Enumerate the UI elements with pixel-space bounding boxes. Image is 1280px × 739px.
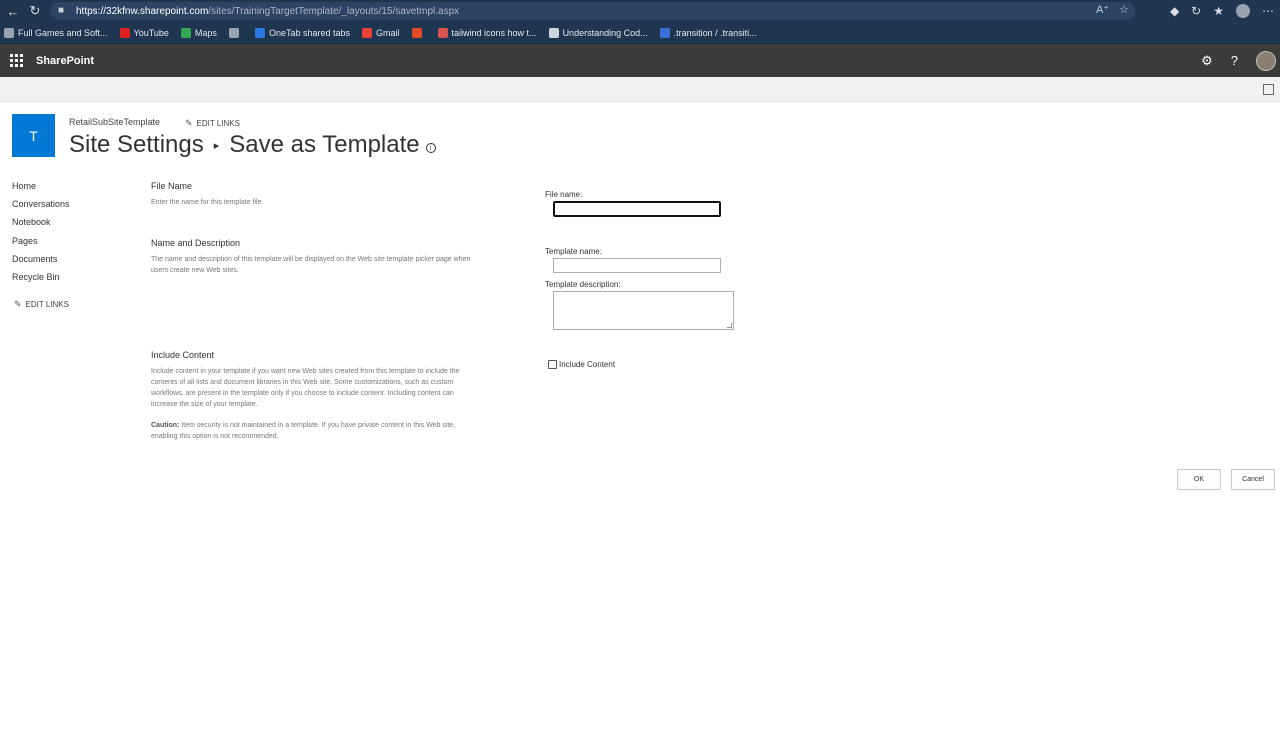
focus-mode-icon[interactable] <box>1263 84 1274 95</box>
edit-links-nav[interactable]: ✎ EDIT LINKS <box>14 299 69 310</box>
title-current-page: Save as Template <box>229 131 420 158</box>
user-avatar[interactable] <box>1256 50 1276 71</box>
ok-button[interactable]: OK <box>1177 469 1221 490</box>
breadcrumb-separator-icon: ▸ <box>213 139 220 152</box>
bookmark-item[interactable] <box>411 27 426 38</box>
favorite-star-icon[interactable]: ☆ <box>1119 3 1129 16</box>
template-name-input[interactable] <box>553 258 721 273</box>
bookmark-label: Gmail <box>376 27 400 38</box>
pencil-icon: ✎ <box>14 299 22 309</box>
info-icon[interactable]: i <box>425 143 436 153</box>
more-menu-icon[interactable]: ⋯ <box>1262 4 1274 18</box>
nav-item-conversations[interactable]: Conversations <box>12 198 70 216</box>
url-text: https://32kfnw.sharepoint.com/sites/Trai… <box>76 5 460 17</box>
bookmark-favicon-icon <box>362 27 372 38</box>
quick-launch-nav: Home Conversations Notebook Pages Docume… <box>12 180 70 289</box>
bookmark-label: Full Games and Soft... <box>18 27 108 38</box>
name-desc-section-title: Name and Description <box>151 238 241 248</box>
favorites-icon[interactable]: ★ <box>1213 4 1224 18</box>
bookmark-favicon-icon <box>228 27 239 38</box>
include-content-option[interactable]: Include Content <box>548 360 615 369</box>
refresh-icon[interactable]: ↻ <box>26 2 44 20</box>
address-bar[interactable]: ■ https://32kfnw.sharepoint.com/sites/Tr… <box>50 2 1135 20</box>
include-content-section-title: Include Content <box>151 350 215 360</box>
bookmark-item[interactable]: YouTube <box>119 27 169 38</box>
bookmark-item[interactable]: .transition / .transiti... <box>659 27 757 38</box>
bookmark-label: Maps <box>194 27 217 38</box>
bookmark-item[interactable]: Understanding Cod... <box>548 27 648 38</box>
file-name-section-title: File Name <box>151 181 193 191</box>
bookmark-label: Understanding Cod... <box>562 27 648 38</box>
bookmark-favicon-icon <box>411 27 422 38</box>
read-aloud-icon[interactable]: A⁺ <box>1096 3 1109 16</box>
bookmark-favicon-icon <box>254 27 265 38</box>
bookmark-favicon-icon <box>4 27 14 38</box>
app-launcher-icon[interactable] <box>2 44 30 77</box>
bookmark-label: .transition / .transiti... <box>673 27 757 38</box>
help-icon[interactable]: ? <box>1231 53 1238 68</box>
template-name-label: Template name: <box>545 247 602 256</box>
site-name-link[interactable]: RetailSubSiteTemplate <box>69 117 160 127</box>
bookmark-item[interactable]: tailwind icons how t... <box>437 27 537 38</box>
suite-brand[interactable]: SharePoint <box>36 55 94 67</box>
nav-item-documents[interactable]: Documents <box>12 253 70 271</box>
bookmark-favicon-icon <box>437 27 448 38</box>
caution-note: Caution: Item security is not maintained… <box>151 420 476 442</box>
bookmark-item[interactable] <box>228 27 243 38</box>
bookmark-item[interactable]: Full Games and Soft... <box>4 27 108 38</box>
file-name-section-desc: Enter the name for this template file. <box>151 199 264 206</box>
bookmark-item[interactable]: Maps <box>180 27 217 38</box>
refresh-extension-icon[interactable]: ↻ <box>1191 4 1201 18</box>
nav-item-pages[interactable]: Pages <box>12 235 70 253</box>
bookmark-item[interactable]: Gmail <box>362 27 400 38</box>
extension-icon[interactable]: ◆ <box>1170 4 1179 18</box>
nav-item-notebook[interactable]: Notebook <box>12 216 70 234</box>
caution-text: Item security is not maintained in a tem… <box>151 422 456 440</box>
bookmark-item[interactable]: OneTab shared tabs <box>254 27 350 38</box>
site-logo[interactable]: T <box>12 114 55 157</box>
file-name-label: File name: <box>545 190 583 199</box>
browser-toolbar: ← ↻ ■ https://32kfnw.sharepoint.com/site… <box>0 0 1280 22</box>
template-description-label: Template description: <box>545 280 621 289</box>
lock-icon: ■ <box>58 5 65 16</box>
ribbon-bar <box>0 77 1280 102</box>
bookmark-favicon-icon <box>119 27 130 38</box>
include-content-section-desc: Include content in your template if you … <box>151 368 460 408</box>
template-description-textarea[interactable] <box>553 291 734 330</box>
title-site-settings-link[interactable]: Site Settings <box>69 131 204 159</box>
edit-links-top[interactable]: ✎ EDIT LINKS <box>185 118 240 129</box>
include-content-checkbox-label[interactable]: Include Content <box>559 360 615 369</box>
nav-item-home[interactable]: Home <box>12 180 70 198</box>
bookmark-favicon-icon <box>180 27 191 38</box>
bookmark-label: OneTab shared tabs <box>268 27 350 38</box>
bookmark-favicon-icon <box>548 27 559 38</box>
file-name-input[interactable] <box>553 201 721 217</box>
bookmarks-bar: Full Games and Soft... YouTube Maps OneTab … <box>0 22 1280 44</box>
back-icon[interactable]: ← <box>4 2 22 20</box>
bookmark-favicon-icon <box>659 27 670 38</box>
suite-bar: SharePoint ⚙ ? <box>0 44 1280 77</box>
caution-label: Caution: <box>151 422 180 429</box>
settings-gear-icon[interactable]: ⚙ <box>1201 53 1213 69</box>
page-title: Site Settings ▸ Save as Template i <box>69 131 436 159</box>
pencil-icon: ✎ <box>185 118 193 128</box>
name-desc-section-desc: The name and description of this templat… <box>151 256 471 274</box>
include-content-checkbox[interactable] <box>548 360 557 369</box>
profile-avatar[interactable] <box>1236 4 1250 18</box>
bookmark-label: tailwind icons how t... <box>451 27 537 38</box>
nav-item-recycle-bin[interactable]: Recycle Bin <box>12 271 70 289</box>
bookmark-label: YouTube <box>133 27 169 38</box>
resize-grip-icon[interactable] <box>727 323 732 328</box>
cancel-button[interactable]: Cancel <box>1231 469 1275 490</box>
